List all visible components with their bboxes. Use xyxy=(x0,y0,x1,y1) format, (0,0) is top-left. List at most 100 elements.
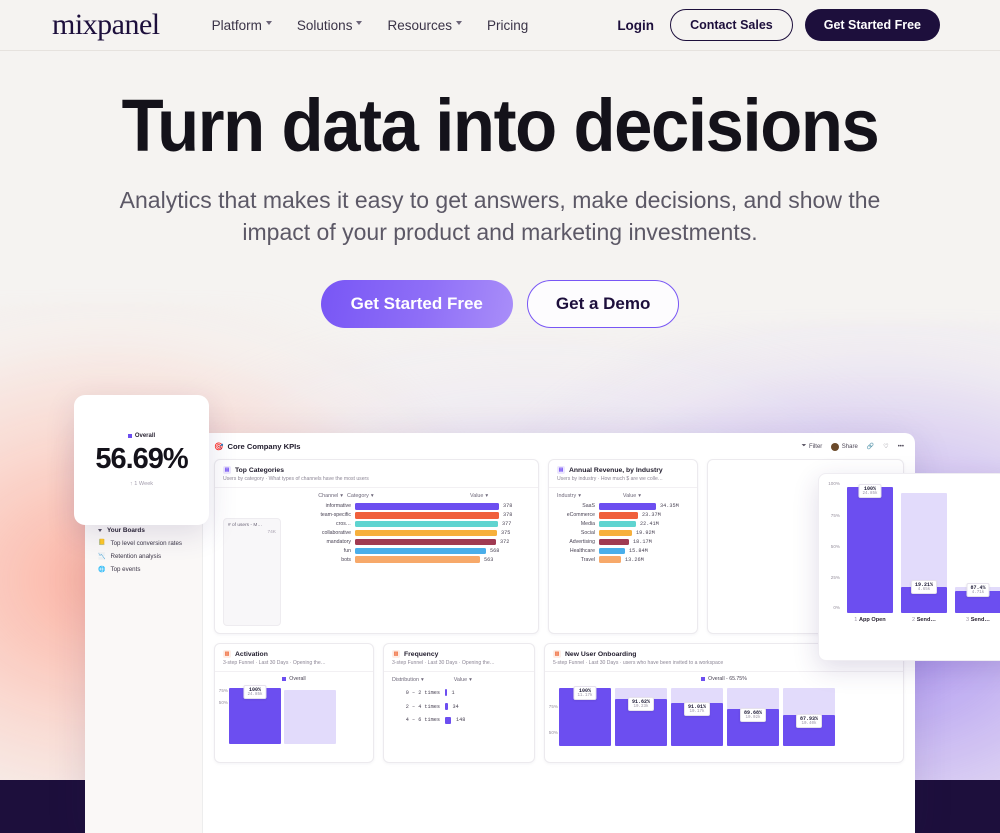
channel-filter-line2: 74K xyxy=(267,530,276,535)
column-value[interactable]: Value ▾ xyxy=(454,677,472,683)
step-number: 3 xyxy=(966,617,970,623)
row-label: 4 – 6 times xyxy=(405,717,440,724)
heart-icon[interactable]: ♡ xyxy=(883,443,888,450)
bar-count: 10.23k xyxy=(633,705,649,709)
more-icon[interactable]: ••• xyxy=(898,444,904,450)
bar xyxy=(355,512,499,519)
table-row: cros… 377 xyxy=(281,520,538,529)
nav-item-platform[interactable]: Platform xyxy=(212,18,273,33)
bar-label: informative xyxy=(325,503,351,510)
card-header: ▤ Top Categories Users by category · Wha… xyxy=(215,460,538,488)
bar-value: 23.37M xyxy=(642,512,661,519)
bar xyxy=(355,538,496,546)
sidebar-item-retention-analysis[interactable]: 📉 Retention analysis xyxy=(93,550,194,563)
dashboard-title-label: Core Company KPIs xyxy=(227,442,301,451)
legend-label: Overall - 65.75% xyxy=(708,676,747,682)
bar xyxy=(355,520,498,528)
bar-value: 378 xyxy=(503,512,513,519)
notebook-icon: 📒 xyxy=(98,540,106,547)
page-root: mixpanel Platform Solutions Resources Pr… xyxy=(0,0,1000,833)
bar: 87.4% 4.71k xyxy=(955,583,1000,613)
table-row: 2 – 4 times 34 xyxy=(384,700,534,714)
link-icon[interactable]: 🔗 xyxy=(867,443,874,450)
y-axis: 75% 50% xyxy=(545,684,559,746)
filter-button[interactable]: ⏷ Filter xyxy=(802,443,823,450)
y-tick: 50% xyxy=(830,544,840,549)
bar-label: Media xyxy=(580,521,595,528)
column-industry[interactable]: Industry ▾ xyxy=(557,493,581,499)
column-value[interactable]: Value ▾ xyxy=(623,493,641,499)
contact-sales-button[interactable]: Contact Sales xyxy=(670,9,793,41)
chevron-down-icon xyxy=(455,20,463,28)
bar-tooltip: 89.68% 10.02k xyxy=(739,708,767,722)
bar-label: bots xyxy=(341,556,351,563)
table-row: fun 568 xyxy=(281,546,538,555)
column-channel[interactable]: Channel ▾ xyxy=(223,493,343,499)
bar xyxy=(599,503,656,510)
column-value[interactable]: Value ▾ xyxy=(470,493,488,499)
kpi-footer: ↑ 1 Week xyxy=(129,481,154,487)
row-value: 148 xyxy=(456,717,466,724)
nav-label: Platform xyxy=(211,17,262,33)
funnel-label-1: 1 App Open xyxy=(847,617,893,623)
bar xyxy=(599,529,632,537)
sidebar-item-top-events[interactable]: 🌐 Top events xyxy=(93,563,194,576)
bar xyxy=(599,520,636,528)
hero-get-demo-button[interactable]: Get a Demo xyxy=(526,280,680,328)
dashboard-window: 📊 Retention analysis Pinned 📕 Team KPIs … xyxy=(85,433,915,833)
dashboard-topbar: 🎯 Core Company KPIs ⏷ Filter Share 🔗 ♡ •… xyxy=(214,442,904,451)
nav-item-solutions[interactable]: Solutions xyxy=(297,18,364,33)
legend-swatch xyxy=(127,434,132,438)
column-label: Industry xyxy=(557,493,577,499)
bar-count: 4.71k xyxy=(971,591,985,595)
bar-tooltip: 100% 11.17k xyxy=(573,686,597,700)
hero-section: Turn data into decisions Analytics that … xyxy=(0,51,1000,328)
card-title: ▥ Frequency xyxy=(392,650,526,658)
login-link[interactable]: Login xyxy=(617,18,654,33)
bar-value: 18.17M xyxy=(633,538,652,545)
dashboard-top-row: ▤ Top Categories Users by category · Wha… xyxy=(214,459,904,634)
step-name: Send… xyxy=(916,617,936,623)
funnel-label-2: 2 Send… xyxy=(901,617,947,623)
sidebar-section-your-boards[interactable]: Your Boards xyxy=(93,524,194,537)
bar-tooltip: 87.93% 10.40k xyxy=(795,714,823,728)
card-subtitle: Users by industry · How much $ are we co… xyxy=(557,476,663,482)
funnel-step-2: 19.21% 4.65k xyxy=(901,483,947,613)
nav-label: Solutions xyxy=(296,17,353,33)
card-header: ▤ Annual Revenue, by Industry Users by i… xyxy=(549,460,697,488)
column-distribution[interactable]: Distribution ▾ xyxy=(392,677,424,683)
column-label: Value xyxy=(453,677,468,683)
y-tick: 50% xyxy=(218,700,228,705)
share-button[interactable]: Share xyxy=(831,442,858,451)
hero-get-started-button[interactable]: Get Started Free xyxy=(320,280,513,328)
bar-value: 15.84M xyxy=(629,547,648,554)
bar: 19.21% 4.65k xyxy=(901,580,947,613)
step-name: App Open xyxy=(858,617,886,623)
funnel-step-1: 100% 24.85k xyxy=(847,483,893,613)
y-tick: 50% xyxy=(548,730,558,735)
bar-value: 563 xyxy=(484,556,494,563)
table-row: Media 22.41M xyxy=(549,520,697,529)
mixpanel-logo[interactable]: mixpanel xyxy=(52,10,160,40)
row-value: 34 xyxy=(452,703,459,710)
bar: 100% 24.85k xyxy=(229,685,281,744)
bar xyxy=(355,547,486,555)
bar xyxy=(355,503,499,510)
table-row: eCommerce 23.37M xyxy=(549,511,697,520)
bar-tooltip: 91.62% 10.23k xyxy=(627,697,655,711)
bar: 100% 11.17k xyxy=(559,686,611,746)
bar xyxy=(445,716,451,724)
bar xyxy=(355,556,480,563)
bar-tooltip: 100% 24.85k xyxy=(858,484,882,498)
column-category[interactable]: Category ▾ xyxy=(347,493,422,499)
bar-chart-icon: ▤ xyxy=(557,466,565,474)
header-get-started-button[interactable]: Get Started Free xyxy=(804,9,940,41)
nav-item-resources[interactable]: Resources xyxy=(387,18,463,33)
table-row: Advertising 18.17M xyxy=(549,538,697,547)
nav-item-pricing[interactable]: Pricing xyxy=(487,18,528,33)
hero-subheadline: Analytics that makes it easy to get answ… xyxy=(119,187,881,245)
sidebar-item-top-level-conversion-rates[interactable]: 📒 Top level conversion rates xyxy=(93,537,194,550)
card-activation: ▥ Activation 3-step Funnel · Last 30 Day… xyxy=(214,643,374,763)
card-subtitle: 3-step Funnel · Last 30 Days · Opening t… xyxy=(392,660,495,666)
channel-filter-box[interactable]: # of users - M… 74K xyxy=(223,518,281,626)
